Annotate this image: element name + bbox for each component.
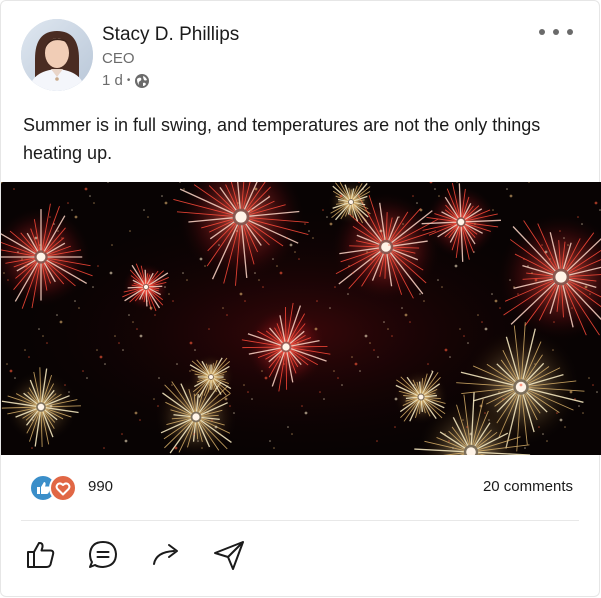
author-title: CEO (102, 50, 135, 67)
more-options-button[interactable] (539, 23, 573, 41)
divider (21, 520, 579, 521)
reaction-count[interactable]: 990 (88, 478, 113, 495)
more-dot-icon (539, 29, 545, 35)
like-icon (27, 541, 55, 568)
meta-separator: • (126, 75, 131, 86)
fireworks-image (1, 182, 601, 455)
comments-count-link[interactable]: 20 comments (483, 478, 573, 495)
author-name[interactable]: Stacy D. Phillips (102, 23, 239, 47)
heart-icon (49, 474, 77, 502)
post-timestamp: 1 d (102, 72, 123, 89)
share-button[interactable] (147, 535, 187, 575)
like-button[interactable] (21, 535, 61, 575)
comment-button[interactable] (83, 535, 123, 575)
author-info: Stacy D. Phillips CEO 1 d • (102, 23, 239, 91)
more-dot-icon (567, 29, 573, 35)
send-button[interactable] (209, 535, 249, 575)
share-icon (153, 544, 178, 565)
post-text: Summer is in full swing, and temperature… (23, 115, 541, 163)
reaction-summary[interactable] (29, 474, 79, 502)
post-card: Stacy D. Phillips CEO 1 d • Summer is in… (0, 0, 601, 597)
post-meta: 1 d • (102, 71, 239, 91)
send-icon (214, 541, 244, 570)
post-actions (21, 535, 281, 575)
author-avatar[interactable] (21, 19, 93, 91)
globe-icon (134, 73, 150, 89)
post-image[interactable] (1, 182, 601, 455)
post-header: Stacy D. Phillips CEO 1 d • (21, 19, 581, 95)
comment-icon (89, 541, 117, 568)
more-dot-icon (553, 29, 559, 35)
post-stats: 990 20 comments (29, 471, 573, 503)
